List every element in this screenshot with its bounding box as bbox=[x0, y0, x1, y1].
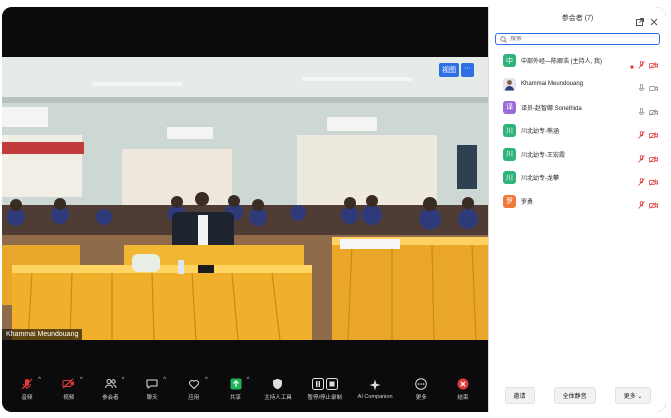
microphone-muted-icon: ^ bbox=[20, 377, 41, 390]
panel-more-label: 更多 bbox=[623, 394, 636, 400]
camera-off-icon[interactable] bbox=[649, 56, 658, 74]
end-meeting-icon bbox=[456, 377, 470, 390]
chat-label: 聊天 bbox=[146, 395, 158, 401]
search-icon bbox=[500, 30, 507, 48]
panel-footer: 邀请 全体静音 更多 ⌄ bbox=[489, 387, 666, 404]
share-screen-icon: ^ bbox=[229, 377, 250, 390]
participants-panel: 参会者 (7) 中 中部外经—陈卿浩 (主持人, 我) bbox=[488, 7, 666, 412]
panel-more-button[interactable]: 更多 ⌄ bbox=[614, 387, 652, 404]
zoom-window: 视图 ··· Khammai Meundouang ^ 音频 ^ 视频 ^ 参会… bbox=[2, 7, 666, 412]
view-more-icon[interactable]: ··· bbox=[461, 63, 474, 77]
participant-name: 川北幼专-王宏霞 bbox=[521, 152, 565, 159]
share-button[interactable]: ^ 共享 bbox=[223, 377, 250, 401]
avatar: 罗 bbox=[503, 194, 516, 208]
participant-row[interactable]: 译 译员-赵智娜 Sonethida bbox=[489, 96, 666, 119]
camera-off-icon[interactable] bbox=[649, 150, 658, 168]
ai-companion-label: AI Companion bbox=[357, 394, 393, 400]
participant-row[interactable]: 川 川北幼专-王宏霞 bbox=[489, 143, 666, 166]
apps-button[interactable]: ^ 应用 bbox=[181, 377, 208, 401]
microphone-icon[interactable] bbox=[638, 103, 645, 121]
recording-dot-icon bbox=[630, 56, 634, 74]
recording-label: 暂停/停止录制 bbox=[307, 395, 342, 401]
participant-row[interactable]: 中 中部外经—陈卿浩 (主持人, 我) bbox=[489, 49, 666, 72]
avatar: 川 bbox=[503, 171, 516, 185]
share-label: 共享 bbox=[230, 395, 242, 401]
more-icon bbox=[414, 377, 428, 390]
chevron-down-icon: ⌄ bbox=[637, 394, 643, 400]
camera-off-icon: ^ bbox=[62, 377, 83, 390]
ai-companion-button[interactable]: AI Companion bbox=[358, 378, 393, 400]
host-tools-label: 主持人工具 bbox=[264, 395, 292, 401]
participant-list: 中 中部外经—陈卿浩 (主持人, 我) Khammai Meundouang 译… bbox=[489, 49, 666, 213]
panel-title: 参会者 (7) bbox=[561, 15, 594, 22]
audio-button[interactable]: ^ 音频 bbox=[14, 377, 41, 401]
microphone-muted-icon[interactable] bbox=[638, 126, 645, 144]
avatar: 川 bbox=[503, 124, 516, 138]
chat-icon: ^ bbox=[145, 377, 166, 390]
avatar: 译 bbox=[503, 100, 516, 114]
avatar: 川 bbox=[503, 147, 516, 161]
apps-label: 应用 bbox=[188, 395, 200, 401]
meeting-toolbar: ^ 音频 ^ 视频 ^ 参会者 ^ 聊天 ^ 应用 ^ 共享 主持人工具 暂停/… bbox=[2, 366, 488, 412]
end-meeting-button[interactable]: 结束 bbox=[450, 377, 476, 401]
panel-header: 参会者 (7) bbox=[489, 7, 666, 29]
microphone-muted-icon[interactable] bbox=[638, 196, 645, 214]
participant-row[interactable]: Khammai Meundouang bbox=[489, 72, 666, 95]
video-label: 视频 bbox=[63, 395, 75, 401]
video-button[interactable]: ^ 视频 bbox=[56, 377, 83, 401]
search-input[interactable] bbox=[510, 36, 650, 42]
participants-button[interactable]: ^ 参会者 bbox=[97, 377, 124, 401]
invite-button[interactable]: 邀请 bbox=[504, 387, 535, 404]
meeting-area: 视图 ··· Khammai Meundouang ^ 音频 ^ 视频 ^ 参会… bbox=[2, 7, 488, 412]
participant-name: 中部外经—陈卿浩 (主持人, 我) bbox=[521, 59, 602, 66]
participant-row[interactable]: 罗 罗勇 bbox=[489, 189, 666, 212]
participant-row[interactable]: 川 川北幼专-熊涵 bbox=[489, 119, 666, 142]
camera-icon[interactable] bbox=[649, 79, 658, 97]
chat-button[interactable]: ^ 聊天 bbox=[139, 377, 167, 401]
avatar: 中 bbox=[503, 54, 516, 68]
camera-off-icon[interactable] bbox=[649, 173, 658, 191]
sparkle-icon bbox=[368, 378, 382, 391]
participant-name: 川北幼专-熊涵 bbox=[521, 129, 559, 136]
view-switcher[interactable]: 视图 ··· bbox=[439, 63, 474, 77]
microphone-muted-icon[interactable] bbox=[638, 173, 645, 191]
participant-name: 罗勇 bbox=[521, 199, 534, 206]
classroom-video-frame bbox=[2, 57, 488, 340]
more-button[interactable]: 更多 bbox=[408, 377, 434, 401]
camera-off-icon[interactable] bbox=[649, 196, 658, 214]
microphone-muted-icon[interactable] bbox=[638, 150, 645, 168]
recording-button[interactable]: 暂停/停止录制 bbox=[307, 377, 342, 401]
pop-out-icon[interactable] bbox=[636, 13, 644, 37]
microphone-icon[interactable] bbox=[638, 79, 645, 97]
more-label: 更多 bbox=[415, 395, 427, 401]
speaker-name-label: Khammai Meundouang bbox=[2, 329, 83, 340]
shield-icon bbox=[271, 377, 285, 390]
audio-label: 音频 bbox=[21, 395, 33, 401]
view-button[interactable]: 视图 bbox=[439, 63, 459, 77]
close-icon[interactable] bbox=[650, 13, 658, 37]
host-tools-button[interactable]: 主持人工具 bbox=[264, 377, 292, 401]
participants-label: 参会者 bbox=[102, 395, 119, 401]
mute-all-button[interactable]: 全体静音 bbox=[553, 387, 596, 404]
participant-row[interactable]: 川 川北幼专-龙攀 bbox=[489, 166, 666, 189]
apps-icon: ^ bbox=[187, 377, 208, 390]
pause-stop-recording-icon bbox=[311, 377, 338, 390]
microphone-muted-icon[interactable] bbox=[638, 56, 645, 74]
camera-off-icon[interactable] bbox=[649, 126, 658, 144]
camera-off-icon[interactable] bbox=[649, 103, 658, 121]
active-speaker-video[interactable]: 视图 ··· Khammai Meundouang bbox=[2, 57, 488, 340]
participant-name: Khammai Meundouang bbox=[521, 81, 584, 88]
participant-name: 译员-赵智娜 Sonethida bbox=[521, 105, 582, 112]
end-meeting-label: 结束 bbox=[457, 395, 469, 401]
avatar bbox=[503, 77, 516, 91]
participants-icon: ^ bbox=[103, 377, 124, 390]
participant-name: 川北幼专-龙攀 bbox=[521, 176, 559, 183]
